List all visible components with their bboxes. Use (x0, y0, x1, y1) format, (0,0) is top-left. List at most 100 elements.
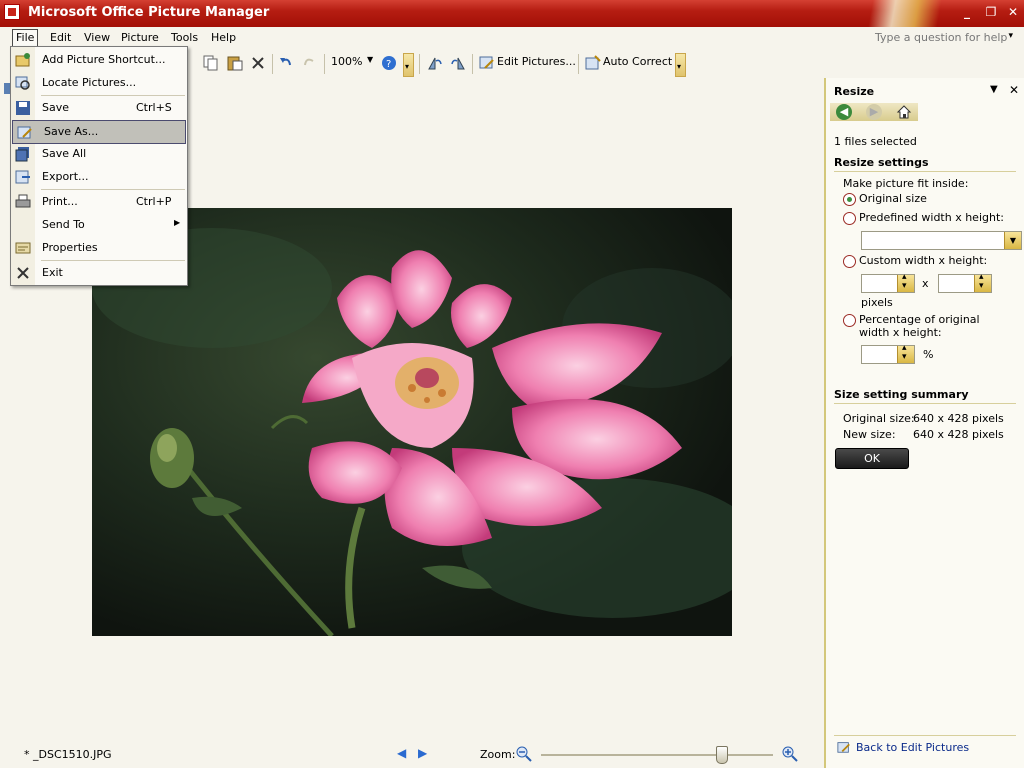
zoom-slider-track[interactable] (541, 746, 773, 764)
copy-icon[interactable] (203, 55, 219, 71)
zoom-label: Zoom: (480, 748, 516, 761)
home-icon[interactable] (896, 104, 912, 120)
menu-tools[interactable]: Tools (168, 31, 201, 46)
task-pane-menu-icon[interactable]: ▼ (990, 84, 998, 95)
menu-label: Save As... (44, 125, 99, 138)
custom-height-spinner[interactable] (938, 272, 992, 293)
title-decoration (850, 0, 960, 27)
menu-print[interactable]: Print... Ctrl+P (11, 191, 187, 213)
menu-save-as[interactable]: Save As... (12, 120, 186, 144)
spinner-arrows-icon[interactable] (897, 343, 914, 363)
toolbar-separator (324, 54, 325, 74)
exit-icon (17, 267, 29, 279)
predefined-size-combo[interactable]: ▼ (861, 231, 1022, 250)
task-pane-footer-divider (834, 735, 1016, 736)
help-placeholder: Type a question for help (875, 31, 1008, 44)
radio-original-size[interactable] (843, 193, 856, 206)
menu-export[interactable]: Export... (11, 166, 187, 188)
svg-text:?: ? (386, 59, 391, 70)
auto-correct-button[interactable]: Auto Correct (603, 55, 672, 73)
menu-locate-pictures[interactable]: Locate Pictures... (11, 72, 187, 94)
menu-label: Save (42, 101, 70, 114)
help-search-box[interactable]: Type a question for help ▾ (875, 31, 1015, 46)
original-size-label: Original size (859, 192, 927, 205)
auto-correct-icon (585, 55, 601, 70)
forward-icon[interactable]: ▶ (866, 104, 882, 120)
toolbar-options-button[interactable] (675, 53, 686, 77)
app-icon (4, 4, 20, 20)
zoom-dropdown-icon[interactable]: ▼ (367, 55, 373, 64)
back-icon[interactable]: ◀ (836, 104, 852, 120)
task-pane-close-icon[interactable]: ✕ (1009, 83, 1019, 97)
radio-custom[interactable] (843, 255, 856, 268)
menu-label: Locate Pictures... (42, 76, 137, 89)
zoom-out-icon[interactable] (516, 746, 532, 762)
rotate-left-icon[interactable] (427, 55, 443, 71)
chevron-down-icon[interactable]: ▼ (1004, 232, 1021, 249)
save-as-icon (17, 126, 32, 139)
undo-icon[interactable] (278, 55, 294, 71)
submenu-arrow-icon: ▶ (174, 218, 181, 227)
rotate-right-icon[interactable] (450, 55, 466, 71)
spinner-arrows-icon[interactable] (897, 272, 914, 292)
menu-separator (41, 260, 185, 261)
menu-save-all[interactable]: Save All (11, 143, 187, 165)
add-shortcut-icon (15, 53, 30, 67)
menu-send-to[interactable]: Send To ▶ (11, 214, 187, 236)
redo-icon[interactable] (301, 55, 317, 71)
restore-button[interactable]: ❐ (984, 5, 998, 19)
zoom-combo[interactable]: 100% ▼ (331, 55, 375, 73)
edit-pictures-icon (479, 56, 494, 69)
menu-picture[interactable]: Picture (118, 31, 162, 46)
menu-label: Exit (42, 266, 63, 279)
edit-pictures-button[interactable]: Edit Pictures... (497, 55, 576, 73)
menu-label: Print... (42, 195, 78, 208)
close-button[interactable]: ✕ (1006, 5, 1020, 19)
menu-edit[interactable]: Edit (47, 31, 74, 46)
menu-label: Save All (42, 147, 87, 160)
menu-help[interactable]: Help (208, 31, 239, 46)
menu-view[interactable]: View (81, 31, 113, 46)
edit-pictures-icon (837, 742, 850, 753)
minimize-button[interactable]: _ (960, 5, 974, 19)
print-icon (15, 194, 31, 208)
menu-shortcut: Ctrl+S (136, 101, 172, 114)
menu-separator (41, 95, 185, 96)
toolbar-separator (272, 54, 273, 74)
properties-icon (15, 242, 31, 254)
pixels-label: pixels (861, 296, 893, 309)
custom-width-spinner[interactable] (861, 272, 915, 293)
ok-button[interactable]: OK (835, 448, 909, 469)
times-label: x (922, 277, 929, 290)
help-dropdown-icon[interactable]: ▾ (1008, 31, 1013, 41)
back-to-edit-pictures-link[interactable]: Back to Edit Pictures (856, 741, 969, 754)
status-bar: * _DSC1510.JPG ◀ ▶ Zoom: (0, 740, 824, 768)
menu-add-picture-shortcut[interactable]: Add Picture Shortcut... (11, 49, 187, 71)
current-filename: * _DSC1510.JPG (24, 748, 112, 761)
export-icon (15, 170, 30, 184)
paste-icon[interactable] (227, 55, 243, 71)
zoom-value: 100% (331, 55, 363, 68)
radio-percentage[interactable] (843, 314, 856, 327)
percentage-label: Percentage of original width x height: (859, 313, 980, 339)
file-menu-dropdown: Add Picture Shortcut... Locate Pictures.… (10, 46, 188, 286)
fit-inside-label: Make picture fit inside: (843, 177, 969, 190)
toolbar-options-button[interactable] (403, 53, 414, 77)
delete-icon[interactable] (250, 55, 266, 71)
original-size-summary-label: Original size: (843, 412, 915, 425)
title-bar: Microsoft Office Picture Manager _ ❐ ✕ (0, 0, 1024, 27)
spinner-arrows-icon[interactable] (974, 272, 991, 292)
percentage-spinner[interactable] (861, 343, 915, 364)
menu-label: Send To (42, 218, 85, 231)
menu-properties[interactable]: Properties (11, 237, 187, 259)
next-picture-icon[interactable]: ▶ (418, 746, 427, 760)
help-icon[interactable]: ? (381, 55, 397, 71)
zoom-slider-thumb[interactable] (715, 746, 728, 764)
custom-label: Custom width x height: (859, 254, 988, 267)
save-all-icon (15, 147, 29, 162)
menu-exit[interactable]: Exit (11, 262, 187, 284)
menu-save[interactable]: Save Ctrl+S (11, 97, 187, 119)
radio-predefined[interactable] (843, 212, 856, 225)
zoom-in-icon[interactable] (782, 746, 798, 762)
previous-picture-icon[interactable]: ◀ (397, 746, 406, 760)
